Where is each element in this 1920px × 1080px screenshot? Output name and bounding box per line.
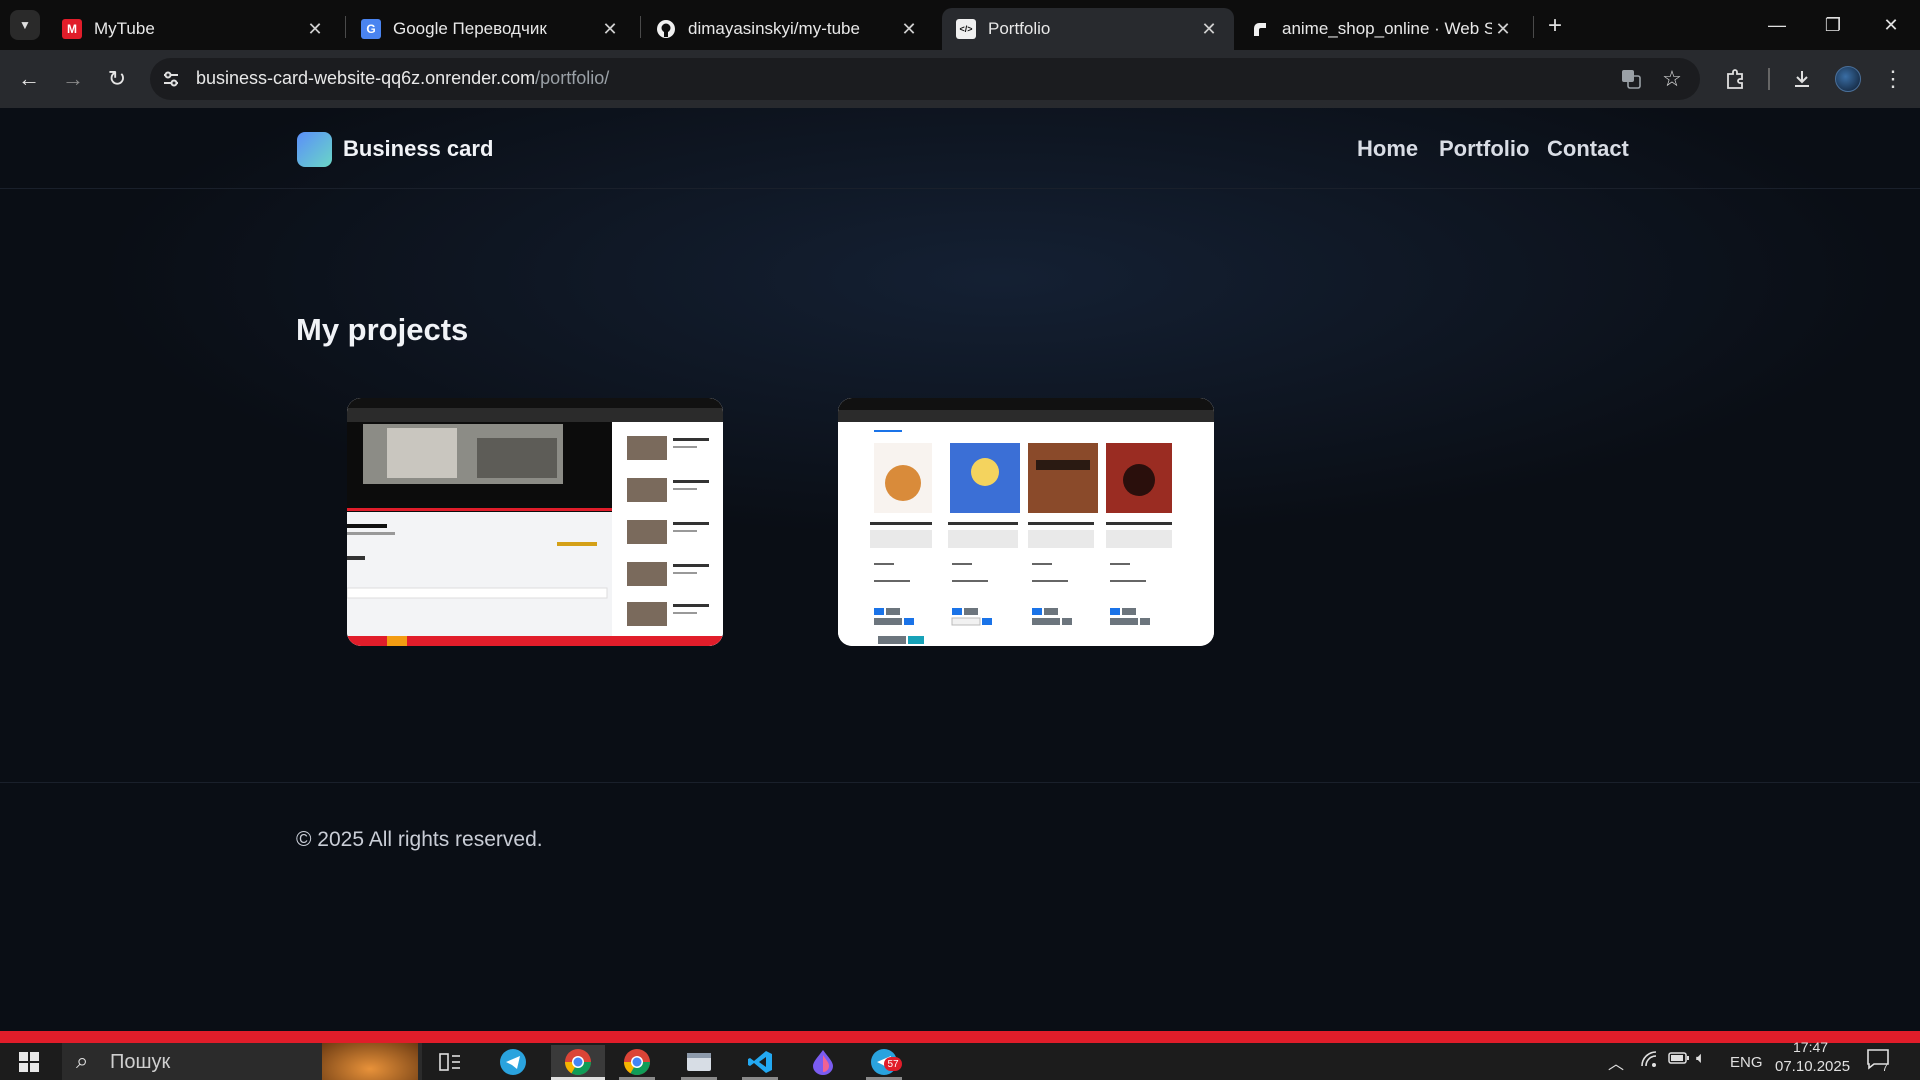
restore-icon: ❐ bbox=[1824, 14, 1842, 35]
battery-icon[interactable] bbox=[1668, 1050, 1690, 1070]
telegram-icon bbox=[500, 1048, 526, 1075]
taskbar-app-drop[interactable] bbox=[801, 1045, 845, 1078]
tab-title: Google Переводчик bbox=[393, 19, 547, 38]
telegram-unread-badge: 57 bbox=[884, 1057, 902, 1071]
plus-icon: + bbox=[1547, 12, 1562, 39]
tab-separator bbox=[640, 16, 641, 38]
back-button[interactable]: ← bbox=[14, 64, 44, 94]
tab-title: anime_shop_online · Web Servi bbox=[1282, 19, 1492, 38]
close-icon[interactable]: ✕ bbox=[1492, 18, 1514, 40]
minimize-button[interactable]: — bbox=[1757, 10, 1797, 40]
arrow-right-icon: → bbox=[62, 66, 84, 91]
tab-separator bbox=[345, 16, 346, 38]
chrome-icon bbox=[623, 1048, 651, 1075]
brand-name[interactable]: Business card bbox=[343, 136, 493, 162]
url-host: business-card-website-qq6z.onrender.com bbox=[196, 68, 536, 88]
taskbar-telegram[interactable] bbox=[491, 1045, 535, 1078]
reload-icon: ↻ bbox=[107, 66, 127, 91]
windows-icon bbox=[19, 1052, 39, 1072]
footer-divider bbox=[0, 782, 1920, 783]
vscode-icon bbox=[748, 1050, 772, 1073]
nav-portfolio[interactable]: Portfolio bbox=[1439, 136, 1529, 162]
tab-search-button[interactable]: ▼ bbox=[10, 10, 40, 40]
tab-github[interactable]: dimayasinskyi/my-tube ✕ bbox=[642, 8, 934, 50]
task-view-button[interactable] bbox=[428, 1045, 472, 1078]
close-icon[interactable]: ✕ bbox=[898, 18, 920, 40]
chevron-down-icon: ▼ bbox=[19, 18, 31, 32]
url-text[interactable]: business-card-website-qq6z.onrender.com/… bbox=[196, 68, 609, 89]
project-card-mytube[interactable] bbox=[347, 398, 723, 646]
download-icon[interactable] bbox=[1789, 66, 1815, 92]
site-header: Business card Home Portfolio Contact bbox=[0, 108, 1920, 189]
taskbar-accent-bar bbox=[0, 1031, 1920, 1043]
tab-anime-shop[interactable]: anime_shop_online · Web Servi ✕ bbox=[1236, 8, 1528, 50]
mytube-favicon-icon: M bbox=[62, 19, 82, 39]
task-view-icon bbox=[439, 1052, 460, 1071]
search-icon: ⌕ bbox=[76, 1048, 89, 1073]
tab-google-translate[interactable]: G Google Переводчик ✕ bbox=[347, 8, 635, 50]
forward-button[interactable]: → bbox=[58, 64, 88, 94]
translate-page-icon[interactable] bbox=[1618, 66, 1644, 92]
restore-button[interactable]: ❐ bbox=[1813, 10, 1853, 40]
tab-mytube[interactable]: M MyTube ✕ bbox=[48, 8, 340, 50]
taskbar-search-text: Пошук bbox=[110, 1051, 171, 1073]
tab-title: MyTube bbox=[94, 19, 155, 38]
network-icon[interactable] bbox=[1640, 1050, 1660, 1072]
page-heading: My projects bbox=[296, 312, 469, 347]
profile-avatar[interactable] bbox=[1835, 66, 1861, 92]
chrome-icon bbox=[564, 1048, 592, 1075]
new-tab-button[interactable]: + bbox=[1541, 12, 1569, 40]
close-window-button[interactable]: ✕ bbox=[1871, 10, 1911, 40]
taskbar-chrome-active[interactable] bbox=[551, 1045, 605, 1078]
window-app-icon bbox=[687, 1052, 711, 1071]
url-path: /portfolio/ bbox=[535, 68, 610, 88]
google-translate-icon: G bbox=[361, 19, 381, 39]
tab-portfolio[interactable]: </> Portfolio ✕ bbox=[942, 8, 1234, 50]
toolbar-divider bbox=[1768, 68, 1770, 90]
github-icon bbox=[656, 19, 676, 39]
input-language[interactable]: ENG bbox=[1730, 1054, 1763, 1071]
render-icon bbox=[1250, 19, 1270, 39]
page-content: Business card Home Portfolio Contact My … bbox=[0, 108, 1920, 1031]
search-highlight-image bbox=[322, 1043, 418, 1080]
nav-contact[interactable]: Contact bbox=[1547, 136, 1629, 162]
close-icon: ✕ bbox=[1883, 14, 1899, 35]
bookmark-star-icon[interactable]: ☆ bbox=[1659, 66, 1685, 92]
start-button[interactable] bbox=[14, 1047, 44, 1077]
project-card-anime-shop[interactable] bbox=[838, 398, 1214, 646]
footer-copyright: © 2025 All rights reserved. bbox=[296, 828, 543, 851]
more-menu-icon[interactable]: ⋮ bbox=[1880, 66, 1906, 92]
chevron-up-icon[interactable]: ︿ bbox=[1608, 1050, 1624, 1074]
drop-app-icon bbox=[813, 1049, 833, 1075]
close-icon[interactable]: ✕ bbox=[599, 18, 621, 40]
clock-date[interactable]: 07.10.2025 bbox=[1775, 1058, 1850, 1075]
reload-button[interactable]: ↻ bbox=[102, 64, 132, 94]
taskbar-chrome[interactable] bbox=[615, 1045, 659, 1078]
close-icon[interactable]: ✕ bbox=[304, 18, 326, 40]
volume-icon[interactable]: 🔈︎ bbox=[1696, 1050, 1706, 1068]
close-icon[interactable]: ✕ bbox=[1198, 18, 1220, 40]
site-settings-icon[interactable] bbox=[160, 68, 182, 90]
tab-separator bbox=[1533, 16, 1534, 38]
anime-shop-screenshot bbox=[838, 398, 1214, 646]
taskbar-app-window[interactable] bbox=[677, 1045, 721, 1078]
taskbar-vscode[interactable] bbox=[738, 1045, 782, 1078]
tab-title: dimayasinskyi/my-tube bbox=[688, 19, 860, 38]
logo-mark[interactable] bbox=[297, 132, 332, 167]
minimize-icon: — bbox=[1768, 14, 1786, 35]
extensions-icon[interactable] bbox=[1722, 66, 1748, 92]
code-icon: </> bbox=[956, 19, 976, 39]
notification-count: 7 bbox=[1882, 1062, 1889, 1074]
arrow-left-icon: ← bbox=[18, 66, 40, 91]
tab-title: Portfolio bbox=[988, 19, 1051, 38]
mytube-screenshot bbox=[347, 398, 723, 646]
clock-time[interactable]: 17:47 bbox=[1793, 1039, 1828, 1055]
nav-home[interactable]: Home bbox=[1357, 136, 1418, 162]
